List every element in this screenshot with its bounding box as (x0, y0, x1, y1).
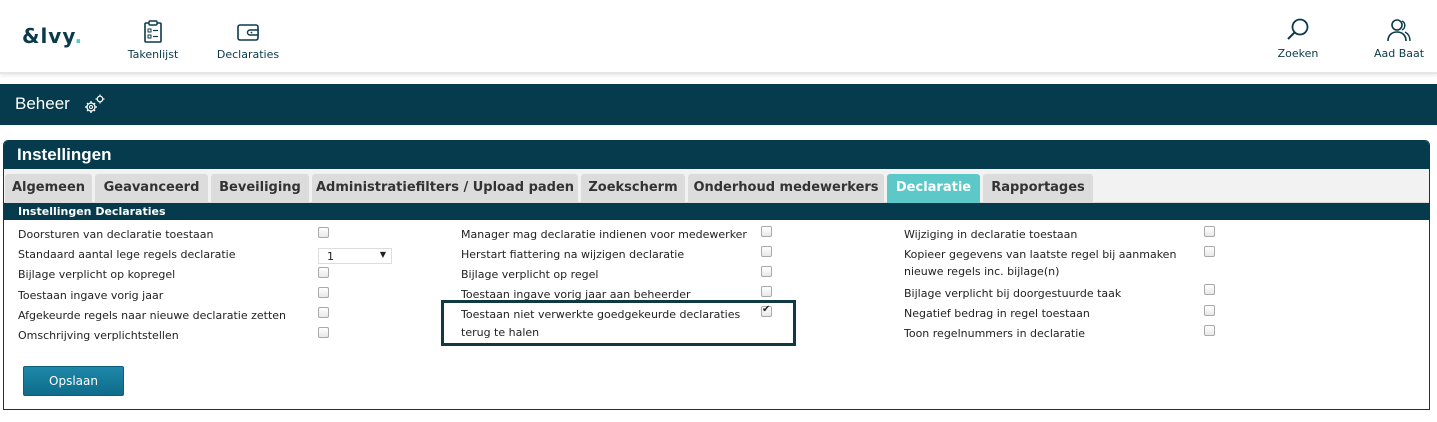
page-banner: Beheer (0, 84, 1437, 125)
setting-checkbox[interactable] (1204, 246, 1215, 257)
tab-zoekscherm[interactable]: Zoekscherm (581, 174, 685, 203)
setting-checkbox[interactable] (761, 266, 772, 277)
setting-checkbox[interactable] (761, 226, 772, 237)
setting-checkbox[interactable] (318, 307, 329, 318)
setting-label: Manager mag declaratie indienen voor med… (461, 228, 747, 241)
section-title: Instellingen Declaraties (4, 203, 1429, 220)
nav-user-label: Aad Baat (1373, 47, 1425, 60)
top-navigation-bar: &lvy. Takenlijst Declaraties Zoeken Aad … (0, 0, 1437, 74)
panel-title: Instellingen (4, 141, 1429, 169)
settings-panel: Instellingen Algemeen Geavanceerd Beveil… (3, 140, 1430, 410)
tab-geavanceerd[interactable]: Geavanceerd (95, 174, 208, 203)
nav-takenlijst[interactable]: Takenlijst (125, 20, 181, 61)
setting-label: Standaard aantal lege regels declaratie (18, 248, 236, 261)
app-logo[interactable]: &lvy. (22, 24, 83, 48)
select-value: 1 (327, 250, 334, 263)
tab-bar: Algemeen Geavanceerd Beveiliging Adminis… (4, 169, 1429, 203)
save-button[interactable]: Opslaan (23, 366, 124, 396)
nav-takenlijst-label: Takenlijst (127, 48, 179, 61)
tab-algemeen[interactable]: Algemeen (5, 174, 92, 203)
setting-label: Bijlage verplicht op kopregel (18, 268, 176, 281)
setting-label: Toon regelnummers in declaratie (904, 327, 1086, 340)
setting-label: Toestaan ingave vorig jaar (18, 289, 164, 302)
page-title: Beheer (15, 94, 70, 113)
search-icon (1287, 18, 1309, 40)
tab-rapportages[interactable]: Rapportages (983, 174, 1093, 203)
setting-label-continued: nieuwe regels inc. bijlage(n) (904, 265, 1060, 278)
setting-label: Omschrijving verplichtstellen (18, 329, 179, 342)
nav-zoeken[interactable]: Zoeken (1274, 17, 1322, 60)
setting-checkbox[interactable] (318, 287, 329, 298)
setting-label: Doorsturen van declaratie toestaan (18, 228, 214, 241)
setting-checkbox[interactable] (1204, 284, 1215, 295)
setting-checkbox[interactable] (318, 227, 329, 238)
nav-declaraties[interactable]: Declaraties (214, 20, 282, 61)
tab-beveiliging[interactable]: Beveiliging (211, 174, 309, 203)
setting-checkbox[interactable] (1204, 325, 1215, 336)
nav-user-profile[interactable]: Aad Baat (1371, 17, 1427, 60)
wallet-icon (237, 24, 259, 41)
user-icon (1387, 19, 1411, 42)
chevron-down-icon: ▼ (379, 250, 386, 259)
setting-label: Wijziging in declaratie toestaan (904, 228, 1078, 241)
nav-zoeken-label: Zoeken (1277, 47, 1319, 60)
highlight-box (441, 300, 796, 346)
setting-checkbox[interactable] (761, 286, 772, 297)
gears-icon (85, 94, 105, 113)
setting-checkbox[interactable] (318, 327, 329, 338)
setting-label: Herstart fiattering na wijzigen declarat… (461, 248, 685, 261)
setting-checkbox[interactable] (318, 267, 329, 278)
setting-label: Bijlage verplicht bij doorgestuurde taak (904, 287, 1122, 300)
setting-checkbox[interactable] (1204, 305, 1215, 316)
nav-declaraties-label: Declaraties (216, 48, 280, 61)
setting-label: Kopieer gegevens van laatste regel bij a… (904, 248, 1177, 261)
empty-lines-select[interactable]: 1 ▼ (318, 248, 392, 264)
clipboard-icon (144, 20, 162, 43)
setting-label: Negatief bedrag in regel toestaan (904, 307, 1090, 320)
setting-checkbox[interactable] (761, 246, 772, 257)
setting-checkbox[interactable] (1204, 226, 1215, 237)
tab-declaratie[interactable]: Declaratie (887, 174, 980, 203)
setting-label: Afgekeurde regels naar nieuwe declaratie… (18, 309, 287, 322)
tab-onderhoud-medewerkers[interactable]: Onderhoud medewerkers (688, 174, 884, 203)
setting-label: Bijlage verplicht op regel (461, 268, 599, 281)
tab-administratiefilters[interactable]: Administratiefilters / Upload paden (312, 174, 578, 203)
